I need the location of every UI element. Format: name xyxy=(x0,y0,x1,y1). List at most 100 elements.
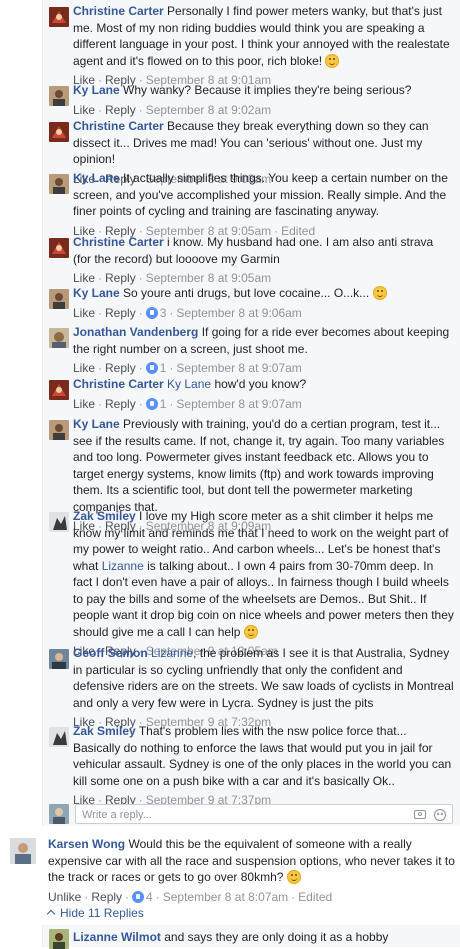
author-name[interactable]: Lizanne Wilmot xyxy=(73,930,161,944)
reply-item: Christine Carter Ky Lane how'd you know?… xyxy=(49,376,454,412)
mention-link[interactable]: Lizanne xyxy=(102,559,144,573)
reply-text: Ky Lane Previously with training, you'd … xyxy=(73,416,454,515)
grin-emoji-icon xyxy=(243,624,258,639)
author-name[interactable]: Ky Lane xyxy=(73,417,120,431)
reply-item: Geoff Semon Lizanne, the problem as I se… xyxy=(49,645,454,730)
like-reaction-icon[interactable] xyxy=(145,397,158,410)
smile-emoji-icon xyxy=(372,286,387,300)
chevron-up-icon xyxy=(46,909,56,919)
edited-label[interactable]: Edited xyxy=(298,890,332,904)
like-reaction-icon[interactable] xyxy=(132,890,145,903)
reply-link[interactable]: Reply xyxy=(105,397,136,411)
author-name[interactable]: Zak Smiley xyxy=(73,509,136,523)
reply-text: Ky Lane It actually simplifies things. Y… xyxy=(73,170,454,220)
avatar[interactable] xyxy=(49,649,69,669)
avatar[interactable] xyxy=(49,512,69,532)
comment-text: Karsen Wong Would this be the equivalent… xyxy=(48,836,455,886)
reaction-count[interactable]: 4 xyxy=(146,890,153,904)
author-name[interactable]: Christine Carter xyxy=(73,377,164,391)
reply-actions: Like · Reply · 1 · September 8 at 9:07am xyxy=(73,396,302,411)
author-name[interactable]: Ky Lane xyxy=(73,286,120,300)
reply-text: Lizanne Wilmot and says they are only do… xyxy=(73,929,454,946)
comment-body: So youre anti drugs, but love cocaine...… xyxy=(123,286,370,300)
comment-body: It actually simplifies things. You keep … xyxy=(73,171,448,218)
timestamp[interactable]: September 8 at 9:02am xyxy=(146,103,271,117)
timestamp[interactable]: September 8 at 8:07am xyxy=(163,890,288,904)
reply-actions: Like · Reply · 3 · September 8 at 9:06am xyxy=(73,305,302,320)
reply-text: Ky Lane Why wanky? Because it implies th… xyxy=(73,82,454,99)
reply-item: Zak Smiley I love my High score meter as… xyxy=(49,508,454,659)
reply-item: Jonathan Vandenberg If going for a ride … xyxy=(49,324,454,376)
reply-text: Christine Carter Personally I find power… xyxy=(73,3,454,69)
smile-emoji-icon xyxy=(325,53,340,68)
timestamp[interactable]: September 8 at 9:05am xyxy=(146,271,271,285)
avatar[interactable] xyxy=(49,86,69,106)
avatar[interactable] xyxy=(49,174,69,194)
mention-link[interactable]: Lizanne xyxy=(151,646,193,660)
reply-text: Christine Carter Because they break ever… xyxy=(73,118,454,168)
author-name[interactable]: Jonathan Vandenberg xyxy=(73,325,198,339)
reply-link[interactable]: Reply xyxy=(105,306,136,320)
reply-actions: Like · Reply · September 8 at 9:05am xyxy=(73,271,272,285)
reply-link[interactable]: Reply xyxy=(105,103,136,117)
avatar[interactable] xyxy=(49,328,69,348)
avatar[interactable] xyxy=(10,838,36,864)
avatar[interactable] xyxy=(49,122,69,142)
like-reaction-icon[interactable] xyxy=(145,362,158,374)
timestamp[interactable]: September 8 at 9:07am xyxy=(176,361,301,375)
reply-text: Ky Lane So youre anti drugs, but love co… xyxy=(73,285,454,302)
avatar[interactable] xyxy=(49,420,69,440)
timestamp[interactable]: September 8 at 9:06am xyxy=(176,306,301,320)
sticker-icon[interactable] xyxy=(434,809,446,821)
reply-item: Ky Lane It actually simplifies things. Y… xyxy=(49,170,454,239)
hide-replies-label: Hide 11 Replies xyxy=(60,906,144,920)
mention-link[interactable]: Ky Lane xyxy=(167,377,211,391)
reply-link[interactable]: Reply xyxy=(91,890,122,904)
reply-text: Zak Smiley That's problem lies with the … xyxy=(73,723,454,789)
like-link[interactable]: Like xyxy=(73,271,95,285)
author-name[interactable]: Christine Carter xyxy=(73,235,164,249)
avatar[interactable] xyxy=(49,7,69,27)
reply-item: Christine Carter i know. My husband had … xyxy=(49,234,454,286)
like-link[interactable]: Like xyxy=(73,103,95,117)
author-name[interactable]: Ky Lane xyxy=(73,171,120,185)
unlike-link[interactable]: Unlike xyxy=(48,890,81,904)
main-comment: Karsen Wong Would this be the equivalent… xyxy=(10,836,455,905)
reply-text: Zak Smiley I love my High score meter as… xyxy=(73,508,454,640)
author-name[interactable]: Ky Lane xyxy=(73,83,120,97)
write-reply-input[interactable]: Write a reply... xyxy=(75,804,453,824)
author-name[interactable]: Christine Carter xyxy=(73,119,164,133)
avatar[interactable] xyxy=(49,238,69,258)
like-link[interactable]: Like xyxy=(73,361,95,375)
author-name[interactable]: Christine Carter xyxy=(73,4,164,18)
reply-text: Geoff Semon Lizanne, the problem as I se… xyxy=(73,645,454,711)
author-name[interactable]: Zak Smiley xyxy=(73,724,136,738)
avatar[interactable] xyxy=(49,289,69,309)
write-reply-row: Write a reply... xyxy=(49,804,454,826)
write-reply-placeholder: Write a reply... xyxy=(82,809,152,821)
reply-item: Lizanne Wilmot and says they are only do… xyxy=(49,929,454,949)
like-reaction-icon[interactable] xyxy=(145,306,158,319)
current-user-avatar xyxy=(49,804,69,824)
author-name[interactable]: Geoff Semon xyxy=(73,646,148,660)
reply-link[interactable]: Reply xyxy=(105,271,136,285)
like-link[interactable]: Like xyxy=(73,306,95,320)
hide-replies-toggle[interactable]: Hide 11 Replies xyxy=(46,906,144,920)
comment-body: Why wanky? Because it implies they're be… xyxy=(123,83,412,97)
author-name[interactable]: Karsen Wong xyxy=(48,837,125,851)
timestamp[interactable]: September 8 at 9:07am xyxy=(176,397,301,411)
comment-body: how'd you know? xyxy=(214,377,307,391)
camera-icon[interactable] xyxy=(414,810,426,819)
like-link[interactable]: Like xyxy=(73,397,95,411)
comment-body: and says they are only doing it as a hob… xyxy=(164,930,389,944)
smile-emoji-icon xyxy=(286,870,301,884)
avatar[interactable] xyxy=(49,380,69,400)
reply-item: Ky Lane So youre anti drugs, but love co… xyxy=(49,285,454,321)
reply-text: Christine Carter Ky Lane how'd you know? xyxy=(73,376,454,393)
avatar[interactable] xyxy=(49,727,69,747)
avatar[interactable] xyxy=(49,929,69,949)
comment-actions: Unlike · Reply · 4 · September 8 at 8:07am · Edi… xyxy=(48,889,333,904)
reply-link[interactable]: Reply xyxy=(105,361,136,375)
reply-item: Ky Lane Why wanky? Because it implies th… xyxy=(49,82,454,118)
reply-actions: Like · Reply · 1 · September 8 at 9:07am xyxy=(73,361,302,375)
